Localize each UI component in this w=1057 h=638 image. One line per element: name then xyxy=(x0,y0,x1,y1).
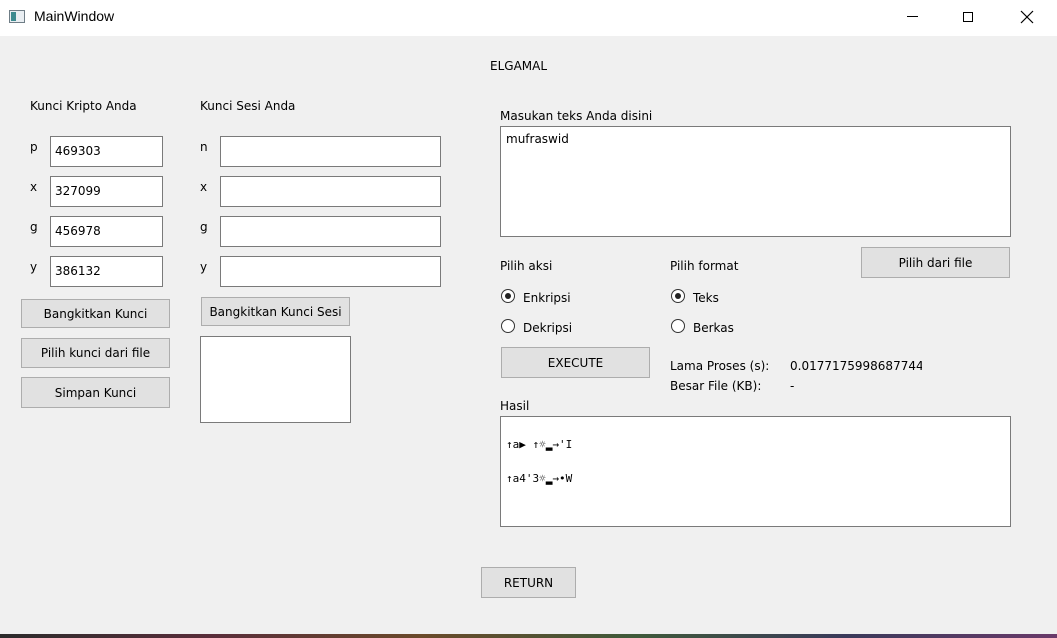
encrypt-radio[interactable] xyxy=(501,289,515,303)
choose-file-button[interactable]: Pilih dari file xyxy=(861,247,1010,278)
action-label: Pilih aksi xyxy=(500,259,553,273)
result-line: ↑a▶ ↑☼▂→'I xyxy=(506,438,573,451)
save-key-button[interactable]: Simpan Kunci xyxy=(21,377,170,408)
crypto-y-input[interactable]: 386132 xyxy=(50,256,163,287)
maximize-button[interactable] xyxy=(945,0,991,33)
execute-button[interactable]: EXECUTE xyxy=(501,347,650,378)
load-key-button[interactable]: Pilih kunci dari file xyxy=(21,338,170,368)
session-n-input[interactable] xyxy=(220,136,441,167)
window-title: MainWindow xyxy=(34,8,115,24)
session-g-input[interactable] xyxy=(220,216,441,247)
text-format-label[interactable]: Teks xyxy=(693,291,719,305)
close-button[interactable] xyxy=(1004,0,1050,33)
input-text-label: Masukan teks Anda disini xyxy=(500,109,653,123)
desktop-strip xyxy=(0,634,1057,638)
crypto-x-label: x xyxy=(30,180,38,194)
session-x-label: x xyxy=(200,180,208,194)
crypto-x-input[interactable]: 327099 xyxy=(50,176,163,207)
session-y-label: y xyxy=(200,260,208,274)
maximize-icon xyxy=(963,11,973,22)
result-label: Hasil xyxy=(500,399,530,413)
session-g-label: g xyxy=(200,220,208,234)
text-format-radio[interactable] xyxy=(671,289,685,303)
crypto-y-label: y xyxy=(30,260,38,274)
duration-value: 0.01771759986877441 xyxy=(790,359,922,373)
generate-session-key-button[interactable]: Bangkitkan Kunci Sesi xyxy=(201,297,350,326)
minimize-button[interactable] xyxy=(889,0,935,33)
format-label: Pilih format xyxy=(670,259,739,273)
decrypt-label[interactable]: Dekripsi xyxy=(523,321,572,335)
decrypt-radio[interactable] xyxy=(501,319,515,333)
generate-key-button[interactable]: Bangkitkan Kunci xyxy=(21,299,170,328)
encrypt-label[interactable]: Enkripsi xyxy=(523,291,571,305)
session-key-output[interactable] xyxy=(200,336,351,423)
file-format-label[interactable]: Berkas xyxy=(693,321,734,335)
duration-label: Lama Proses (s): xyxy=(670,359,770,373)
result-textarea[interactable]: ↑a▶ ↑☼▂→'I ↑a4'3☼▂→•W xyxy=(500,416,1011,527)
return-button[interactable]: RETURN xyxy=(481,567,576,598)
result-line: ↑a4'3☼▂→•W xyxy=(506,472,573,485)
session-y-input[interactable] xyxy=(220,256,441,287)
session-x-input[interactable] xyxy=(220,176,441,207)
input-textarea[interactable]: mufraswid xyxy=(500,126,1011,237)
page-title: ELGAMAL xyxy=(490,59,548,73)
size-value: - xyxy=(790,379,795,393)
title-bar: MainWindow xyxy=(0,0,1057,36)
file-format-radio[interactable] xyxy=(671,319,685,333)
crypto-g-input[interactable]: 456978 xyxy=(50,216,163,247)
close-icon xyxy=(1020,10,1034,23)
crypto-p-input[interactable]: 469303 xyxy=(50,136,163,167)
session-n-label: n xyxy=(200,140,208,154)
crypto-key-title: Kunci Kripto Anda xyxy=(30,99,137,113)
minimize-icon xyxy=(906,16,918,17)
session-key-title: Kunci Sesi Anda xyxy=(200,99,296,113)
crypto-g-label: g xyxy=(30,220,38,234)
size-label: Besar File (KB): xyxy=(670,379,762,393)
app-icon xyxy=(9,10,25,23)
crypto-p-label: p xyxy=(30,140,38,154)
